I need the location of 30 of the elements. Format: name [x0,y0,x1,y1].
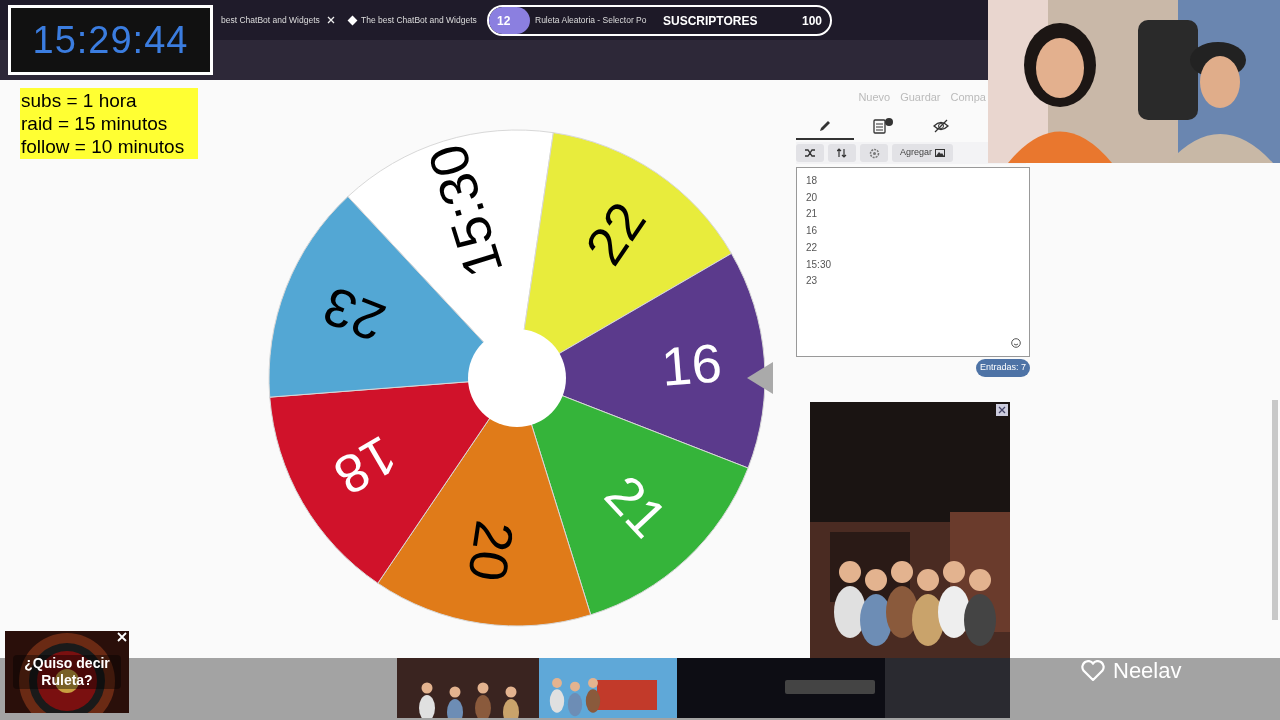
add-button[interactable]: Agregar [892,144,954,162]
segment-label: 16 [659,332,724,397]
entry-text: 18 [806,174,819,188]
goal-current: 12 [497,12,511,30]
segment-label: 20 [457,517,526,586]
segment-label: 23 [315,275,393,354]
browser-tab[interactable]: best ChatBot and Widgets [218,6,338,34]
browser-tab[interactable]: The best ChatBot and Widgets [346,6,486,34]
entry-text: 16 [806,224,819,239]
goal-target: 100 [801,12,822,30]
entries-count: Entradas: 7 [975,359,1030,377]
tab-title: The best ChatBot and Widgets [361,13,477,27]
browser-tab[interactable]: Ruleta Aleatoria - Selector Po [532,6,656,34]
segment-label: 15:30 [416,137,514,285]
follower-name: Neelav [1113,657,1182,685]
entries-field[interactable]: 18 20 21 16 22 15:30 23 [796,167,1030,357]
segment-label: 21 [593,463,679,549]
tab-title: best ChatBot and Widgets [221,13,320,27]
timer-text: 15:29:44 [32,17,189,63]
entry-text: 21 [806,207,819,222]
entry-text: 15:30 [806,257,833,272]
rules-note: subs = 1 hora raid = 15 minutos follow = 10 minutos [20,88,198,159]
entry-text: 22 [806,240,819,255]
tab-title: Ruleta Aleatoria - Selector Po [535,13,647,27]
goal-label: SUSCRIPTORES [663,12,758,30]
segment-label: 22 [573,191,657,275]
promo-text: ¿Quiso decir Ruleta? [13,655,121,689]
segment-label: 18 [324,424,407,507]
entry-text: 23 [806,274,819,289]
entry-text: 20 [806,190,819,205]
